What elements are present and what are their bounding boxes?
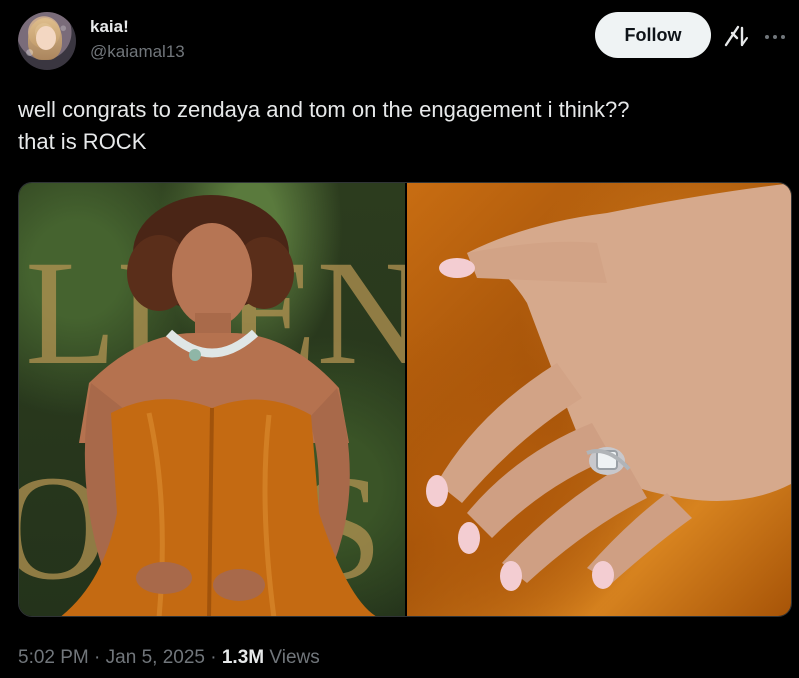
media-grid[interactable]: LDEN OBES bbox=[18, 182, 792, 617]
more-icon[interactable] bbox=[764, 33, 786, 41]
grok-icon[interactable] bbox=[724, 24, 750, 48]
tweet-date[interactable]: Jan 5, 2025 bbox=[106, 647, 205, 668]
separator: · bbox=[88, 647, 106, 668]
views-count[interactable]: 1.3M bbox=[222, 647, 264, 668]
tweet-text: well congrats to zendaya and tom on the … bbox=[18, 97, 630, 154]
views-label: Views bbox=[264, 647, 320, 668]
follow-button[interactable]: Follow bbox=[595, 12, 711, 58]
tweet-time[interactable]: 5:02 PM bbox=[18, 647, 89, 668]
avatar[interactable] bbox=[18, 12, 76, 70]
media-image-right[interactable] bbox=[407, 183, 791, 616]
display-name[interactable]: kaia! bbox=[90, 17, 185, 37]
avatar-sparkle bbox=[18, 12, 76, 70]
media-image-left[interactable]: LDEN OBES bbox=[19, 183, 405, 616]
tweet-footer: 5:02 PM · Jan 5, 2025 · 1.3M Views bbox=[18, 644, 320, 672]
user-handle[interactable]: @kaiamal13 bbox=[90, 40, 185, 64]
tweet: kaia! @kaiamal13 Follow well congrats to… bbox=[0, 0, 799, 678]
separator: · bbox=[204, 647, 222, 668]
author-names: kaia! @kaiamal13 bbox=[90, 17, 185, 64]
